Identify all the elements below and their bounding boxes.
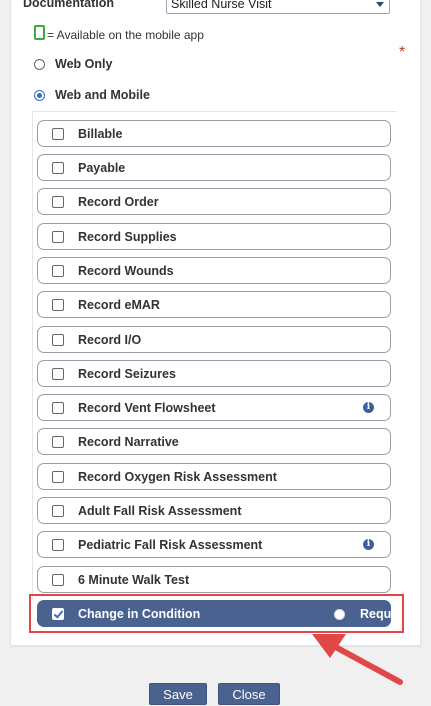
documentation-label: Documentation	[23, 0, 114, 10]
close-button[interactable]: Close	[218, 683, 280, 705]
option-checkbox[interactable]	[52, 470, 64, 483]
option-label: Record Wounds	[78, 263, 174, 278]
option-label: Pediatric Fall Risk Assessment	[78, 537, 263, 552]
options-list-container	[32, 111, 397, 600]
option-checkbox[interactable]	[52, 538, 64, 551]
radio-web-only-label: Web Only	[55, 57, 113, 71]
radio-web-and-mobile[interactable]: Web and Mobile	[34, 88, 150, 102]
documentation-select-value: Skilled Nurse Visit	[171, 0, 272, 11]
option-record-io[interactable]: Record I/O	[37, 326, 391, 353]
radio-web-and-mobile-control[interactable]	[34, 89, 45, 101]
mobile-phone-icon	[34, 25, 45, 40]
option-payable[interactable]: Payable	[37, 154, 391, 181]
info-icon[interactable]: i	[363, 402, 374, 413]
option-checkbox[interactable]	[52, 367, 64, 380]
option-label: Record Supplies	[78, 229, 177, 244]
option-label: 6 Minute Walk Test	[78, 572, 190, 587]
option-record-wounds[interactable]: Record Wounds	[37, 257, 391, 284]
option-record-seizures[interactable]: Record Seizures	[37, 360, 391, 387]
option-label: Record Seizures	[78, 366, 176, 381]
mobile-availability-note: = Available on the mobile app	[34, 25, 204, 42]
option-pediatric-fall-risk-assessment[interactable]: Pediatric Fall Risk Assessment i	[37, 531, 391, 558]
option-checkbox[interactable]	[52, 401, 64, 414]
option-record-supplies[interactable]: Record Supplies	[37, 223, 391, 250]
option-adult-fall-risk-assessment[interactable]: Adult Fall Risk Assessment	[37, 497, 391, 524]
option-label: Adult Fall Risk Assessment	[78, 503, 242, 518]
option-label: Record Narrative	[78, 434, 179, 449]
info-icon[interactable]: i	[363, 539, 374, 550]
option-record-vent-flowsheet[interactable]: Record Vent Flowsheet i	[37, 394, 391, 421]
option-6-minute-walk-test[interactable]: 6 Minute Walk Test	[37, 566, 391, 593]
option-record-emar[interactable]: Record eMAR	[37, 291, 391, 318]
option-label: Record I/O	[78, 332, 142, 347]
radio-web-only[interactable]: Web Only	[34, 57, 112, 71]
annotation-arrow-icon	[312, 634, 403, 685]
chevron-down-icon	[376, 2, 384, 7]
option-label: Record Oxygen Risk Assessment	[78, 469, 277, 484]
save-button[interactable]: Save	[149, 683, 207, 705]
mobile-note-text: = Available on the mobile app	[47, 28, 204, 42]
option-checkbox[interactable]	[52, 573, 64, 586]
option-checkbox[interactable]	[52, 333, 64, 346]
required-marker: *	[399, 44, 406, 61]
option-record-narrative[interactable]: Record Narrative	[37, 428, 391, 455]
option-checkbox[interactable]	[52, 195, 64, 208]
option-checkbox[interactable]	[52, 298, 64, 311]
option-checkbox[interactable]	[52, 161, 64, 174]
radio-web-and-mobile-label: Web and Mobile	[55, 88, 150, 102]
option-record-order[interactable]: Record Order	[37, 188, 391, 215]
option-checkbox[interactable]	[52, 230, 64, 243]
option-billable[interactable]: Billable	[37, 120, 391, 147]
option-record-oxygen-risk-assessment[interactable]: Record Oxygen Risk Assessment	[37, 463, 391, 490]
documentation-select[interactable]: Skilled Nurse Visit	[166, 0, 390, 14]
radio-web-only-control[interactable]	[34, 58, 45, 70]
option-checkbox[interactable]	[52, 127, 64, 140]
option-label: Record Vent Flowsheet	[78, 400, 216, 415]
option-label: Record Order	[78, 194, 159, 209]
option-label: Payable	[78, 160, 126, 175]
option-label: Billable	[78, 126, 123, 141]
option-label: Record eMAR	[78, 297, 160, 312]
option-checkbox[interactable]	[52, 504, 64, 517]
option-checkbox[interactable]	[52, 264, 64, 277]
option-checkbox[interactable]	[52, 435, 64, 448]
